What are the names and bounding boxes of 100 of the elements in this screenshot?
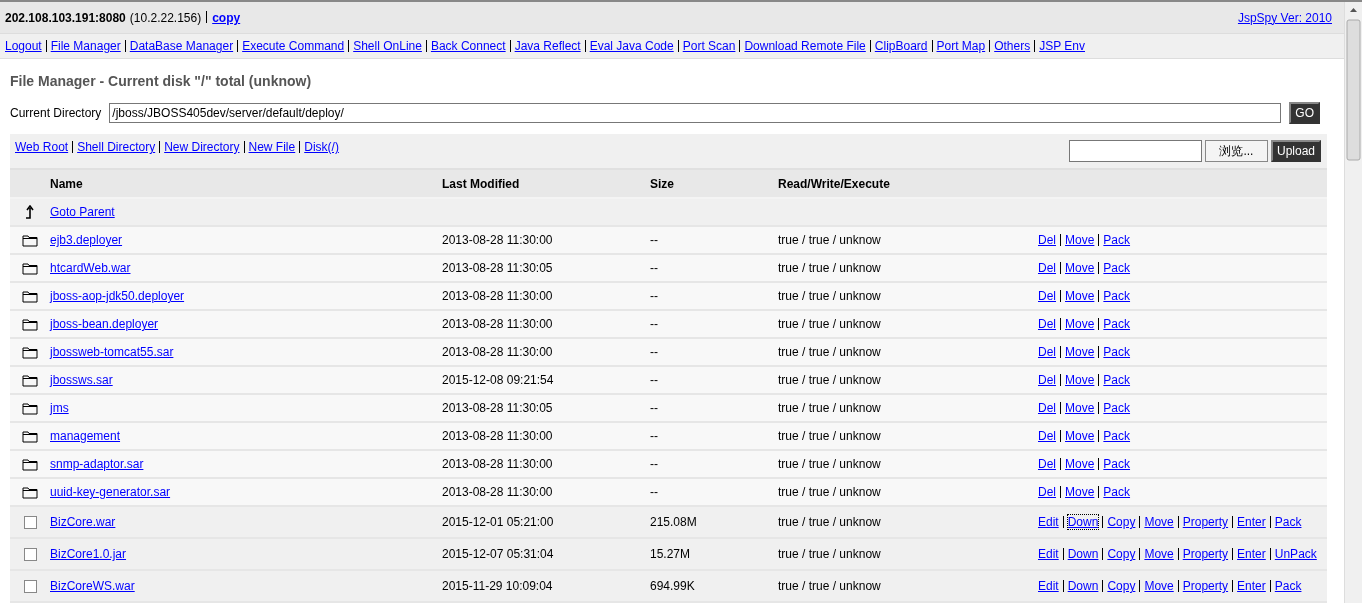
go-button[interactable]: GO <box>1289 102 1321 124</box>
action-link[interactable]: Pack <box>1274 579 1302 593</box>
folder-link[interactable]: jboss-bean.deployer <box>50 317 159 331</box>
action-link[interactable]: Edit <box>1038 515 1059 529</box>
folder-link[interactable]: ejb3.deployer <box>50 233 123 247</box>
file-link[interactable]: BizCore1.0.jar <box>50 547 127 561</box>
host-address: 202.108.103.191:8080 <box>5 10 126 25</box>
nav-link[interactable]: Download Remote File <box>744 39 866 54</box>
action-link[interactable]: Move <box>1065 457 1095 471</box>
action-link[interactable]: Move <box>1065 233 1095 247</box>
nav-link[interactable]: Back Connect <box>430 39 506 54</box>
nav-link[interactable]: Execute Command <box>242 39 345 54</box>
action-link[interactable]: Pack <box>1103 233 1131 247</box>
action-link[interactable]: Pack <box>1103 457 1131 471</box>
action-link[interactable]: Del <box>1038 233 1056 247</box>
action-link[interactable]: Move <box>1144 547 1174 561</box>
action-link[interactable]: Pack <box>1103 289 1131 303</box>
nav-link[interactable]: Port Map <box>936 39 986 54</box>
action-link[interactable]: Pack <box>1103 261 1131 275</box>
action-link[interactable]: Move <box>1065 317 1095 331</box>
checkbox[interactable] <box>23 579 37 593</box>
toolbar-link[interactable]: Disk(/) <box>304 140 339 154</box>
action-link[interactable]: UnPack <box>1274 547 1317 561</box>
upload-button[interactable]: Upload <box>1270 140 1321 162</box>
folder-icon <box>22 317 38 331</box>
file-field[interactable] <box>1068 140 1202 162</box>
file-link[interactable]: BizCoreWS.war <box>50 579 135 593</box>
nav-link[interactable]: DataBase Manager <box>129 39 234 54</box>
folder-link[interactable]: htcardWeb.war <box>50 261 131 275</box>
folder-link[interactable]: snmp-adaptor.sar <box>50 457 144 471</box>
folder-link[interactable]: jbossweb-tomcat55.sar <box>50 345 174 359</box>
nav-link[interactable]: Others <box>994 39 1031 54</box>
action-link[interactable]: Enter <box>1237 515 1266 529</box>
action-link[interactable]: Property <box>1182 579 1229 593</box>
action-link[interactable]: Del <box>1038 289 1056 303</box>
action-link[interactable]: Pack <box>1103 373 1131 387</box>
action-link[interactable]: Move <box>1144 515 1174 529</box>
action-link[interactable]: Pack <box>1103 345 1131 359</box>
toolbar-link[interactable]: New File <box>248 140 296 154</box>
action-link[interactable]: Move <box>1144 579 1174 593</box>
nav-link[interactable]: Port Scan <box>682 39 736 54</box>
action-link[interactable]: Pack <box>1103 317 1131 331</box>
toolbar-link[interactable]: Web Root <box>15 140 69 154</box>
nav-link[interactable]: ClipBoard <box>874 39 928 54</box>
nav-link[interactable]: File Manager <box>50 39 121 54</box>
action-link[interactable]: Del <box>1038 317 1056 331</box>
action-link[interactable]: Move <box>1065 373 1095 387</box>
action-link[interactable]: Copy <box>1107 579 1136 593</box>
parent-link[interactable]: Goto Parent <box>50 205 442 219</box>
nav-link[interactable]: Java Reflect <box>514 39 581 54</box>
action-link[interactable]: Enter <box>1237 547 1266 561</box>
toolbar-link[interactable]: New Directory <box>164 140 240 154</box>
action-link[interactable]: Move <box>1065 289 1095 303</box>
folder-link[interactable]: management <box>50 429 121 443</box>
toolbar-link[interactable]: Shell Directory <box>77 140 156 154</box>
action-link[interactable]: Move <box>1065 401 1095 415</box>
action-link[interactable]: Property <box>1182 547 1229 561</box>
action-link[interactable]: Move <box>1065 261 1095 275</box>
action-link[interactable]: Property <box>1182 515 1229 529</box>
browse-button[interactable]: 浏览... <box>1204 140 1268 162</box>
action-link[interactable]: Del <box>1038 485 1056 499</box>
permissions-cell-text: true / true / unknow <box>778 317 882 331</box>
action-link[interactable]: Down <box>1067 579 1099 593</box>
action-link[interactable]: Copy <box>1107 515 1136 529</box>
action-link[interactable]: Copy <box>1107 547 1136 561</box>
action-link[interactable]: Move <box>1065 429 1095 443</box>
directory-field[interactable]: /jboss/JBOSS405dev/server/default/deploy/ <box>109 103 1282 123</box>
copy-link[interactable]: copy <box>212 10 241 25</box>
checkbox[interactable] <box>23 515 37 529</box>
folder-icon <box>22 261 38 275</box>
action-link[interactable]: Move <box>1065 485 1095 499</box>
action-link[interactable]: Pack <box>1103 401 1131 415</box>
nav-link[interactable]: Shell OnLine <box>353 39 422 54</box>
folder-link[interactable]: jbossws.sar <box>50 373 113 387</box>
modified-cell-text: 2015-11-29 10:09:04 <box>442 579 554 593</box>
folder-link[interactable]: jboss-aop-jdk50.deployer <box>50 289 185 303</box>
checkbox[interactable] <box>23 547 37 561</box>
action-link[interactable]: Del <box>1038 457 1056 471</box>
nav-link[interactable]: Logout <box>5 39 42 54</box>
action-link[interactable]: Edit <box>1038 547 1059 561</box>
action-link[interactable]: Del <box>1038 429 1056 443</box>
action-link[interactable]: Down <box>1067 515 1099 529</box>
folder-link[interactable]: uuid-key-generator.sar <box>50 485 171 499</box>
action-link[interactable]: Pack <box>1103 429 1131 443</box>
file-link[interactable]: BizCore.war <box>50 515 116 529</box>
action-link[interactable]: Down <box>1067 547 1099 561</box>
nav-link[interactable]: JSP Env <box>1039 39 1085 54</box>
action-link[interactable]: Del <box>1038 261 1056 275</box>
up-arrow-icon[interactable] <box>25 205 35 219</box>
action-link[interactable]: Enter <box>1237 579 1266 593</box>
action-link[interactable]: Del <box>1038 373 1056 387</box>
nav-link[interactable]: Eval Java Code <box>589 39 674 54</box>
action-link[interactable]: Move <box>1065 345 1095 359</box>
folder-link[interactable]: jms <box>50 401 69 415</box>
version-link[interactable]: JspSpy Ver: 2010 <box>1237 10 1332 25</box>
action-link[interactable]: Del <box>1038 345 1056 359</box>
action-link[interactable]: Edit <box>1038 579 1059 593</box>
action-link[interactable]: Pack <box>1103 485 1131 499</box>
action-link[interactable]: Del <box>1038 401 1056 415</box>
action-link[interactable]: Pack <box>1274 515 1302 529</box>
